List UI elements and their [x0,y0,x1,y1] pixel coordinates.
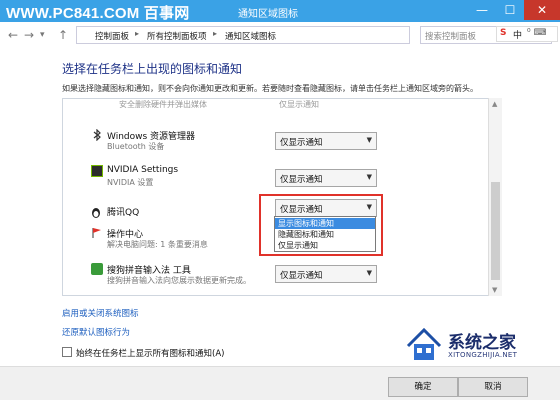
dropdown-value: 仅显示通知 [280,175,323,185]
behavior-dropdown[interactable]: 仅显示通知 ▼ [275,169,377,187]
page-title: 选择在任务栏上出现的图标和通知 [62,62,243,76]
item-description: 解决电脑问题: 1 条重要消息 [107,240,208,249]
breadcrumb-separator-icon[interactable]: ▸ [135,29,139,38]
behavior-dropdown[interactable]: 仅显示通知 ▼ [275,265,377,283]
dropdown-value: 仅显示通知 [280,271,323,281]
item-name: 腾讯QQ [107,208,140,218]
breadcrumb-separator-icon[interactable]: ▸ [213,29,217,38]
chevron-down-icon: ▼ [366,269,372,277]
minimize-button[interactable]: — [468,0,496,20]
always-show-checkbox[interactable] [62,347,72,357]
scroll-thumb[interactable] [491,182,500,280]
action-center-flag-icon [91,227,103,239]
scroll-down-icon[interactable]: ▼ [492,286,497,294]
up-arrow-icon[interactable]: ↑ [58,28,68,42]
item-name: NVIDIA Settings [107,165,179,175]
watermark: WWW.PC841.COM 百事网 [6,5,190,22]
breadcrumb-notification-icons[interactable]: 通知区域图标 [225,30,276,42]
sogou-tool-icon [91,263,103,275]
address-bar[interactable]: 控制面板 ▸ 所有控制面板项 ▸ 通知区域图标 [76,26,410,44]
chevron-down-icon: ▼ [366,136,372,144]
always-show-label: 始终在任务栏上显示所有图标和通知(A) [76,349,225,359]
link-restore-defaults[interactable]: 还原默认图标行为 [62,326,130,338]
house-logo-icon [406,327,442,360]
address-toolbar: ← → ▾ ↑ 控制面板 ▸ 所有控制面板项 ▸ 通知区域图标 搜索控制面板 [0,22,560,48]
logo-url: XITONGZHIJIA.NET [448,351,518,359]
bluetooth-icon [91,128,103,142]
breadcrumb-control-panel[interactable]: 控制面板 [95,30,129,42]
cancel-button[interactable]: 取消 [458,377,528,397]
nvidia-icon [91,165,103,177]
link-system-icons[interactable]: 启用或关闭系统图标 [62,307,139,319]
title-bar: WWW.PC841.COM 百事网 通知区域图标 — ☐ ✕ [0,0,560,22]
scroll-up-icon[interactable]: ▲ [492,100,497,108]
qq-penguin-icon [90,207,102,219]
ok-button[interactable]: 确定 [388,377,458,397]
item-description: NVIDIA 设置 [107,178,154,187]
behavior-dropdown[interactable]: 仅显示通知 ▼ [275,132,377,150]
window-title: 通知区域图标 [238,9,298,20]
close-button[interactable]: ✕ [524,0,560,20]
highlight-box [259,194,383,256]
partial-row-value: 仅显示通知 [279,100,319,109]
back-arrow-icon[interactable]: ← [8,28,18,42]
chevron-down-icon: ▼ [366,173,372,181]
history-dropdown-icon[interactable]: ▾ [40,30,45,40]
item-description: Bluetooth 设备 [107,142,165,151]
list-scrollbar[interactable]: ▲ ▼ [488,98,502,296]
forward-arrow-icon[interactable]: → [24,28,34,42]
search-placeholder: 搜索控制面板 [425,32,477,42]
site-logo: 系统之家 XITONGZHIJIA.NET [404,322,552,368]
page-description: 如果选择隐藏图标和通知，则不会向你通知更改和更新。若要随时查看隐藏图标，请单击任… [62,84,478,93]
item-description: 搜狗拼音输入法向您展示数据更新完成。 [107,276,251,285]
ime-tool-icons: ⁰ ⌨ [527,28,547,38]
sogou-ime-icon: S [500,28,507,38]
logo-text: 系统之家 [448,333,516,353]
dropdown-value: 仅显示通知 [280,138,323,148]
partial-row-label: 安全删除硬件并弹出媒体 [119,100,207,109]
ime-language-label: 中 [513,31,523,41]
ime-toolbar[interactable]: S 中 ⁰ ⌨ [496,26,558,42]
maximize-button[interactable]: ☐ [496,0,524,20]
breadcrumb-all-items[interactable]: 所有控制面板项 [147,30,207,42]
